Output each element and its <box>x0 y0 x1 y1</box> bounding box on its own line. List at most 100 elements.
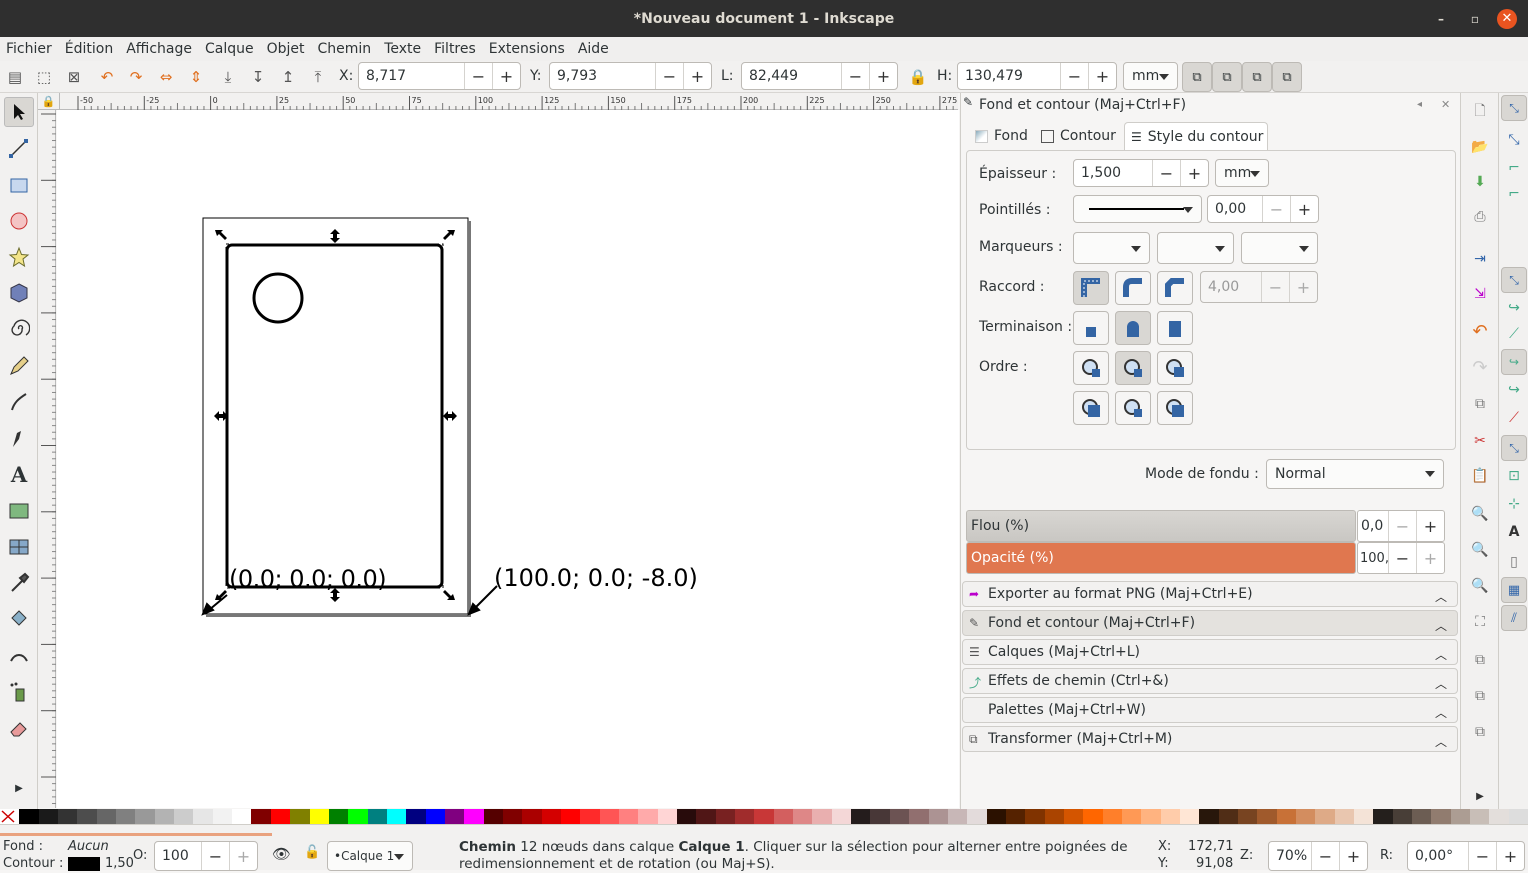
rotation-spinbox[interactable]: 0,00° − + <box>1407 841 1525 871</box>
ruler-lock-icon[interactable]: 🔒 <box>38 93 60 110</box>
spray-tool[interactable] <box>4 677 34 707</box>
unit-select[interactable]: mm <box>1123 62 1178 90</box>
palette-swatch[interactable] <box>909 809 929 824</box>
rotate-ccw-icon[interactable]: ↶ <box>97 67 117 87</box>
palette-swatch[interactable] <box>947 809 968 824</box>
x-decrement[interactable]: − <box>464 63 492 89</box>
miter-limit-spinbox[interactable]: 4,00 − + <box>1200 271 1318 303</box>
dock-path-effects[interactable]: ⤴ Effets de chemin (Ctrl+&) ︿ <box>962 668 1458 694</box>
palette-swatch[interactable] <box>1083 809 1103 824</box>
rotate-cw-icon[interactable]: ↷ <box>126 67 146 87</box>
palette-swatch[interactable] <box>38 809 59 824</box>
copy-icon[interactable]: ⧉ <box>1469 393 1491 415</box>
palette-swatch[interactable] <box>1470 809 1490 824</box>
cap-round-button[interactable] <box>1115 311 1151 345</box>
text-tool[interactable]: A <box>4 459 34 489</box>
palette-swatch[interactable] <box>1199 809 1219 824</box>
palette-swatch[interactable] <box>812 809 832 824</box>
select-all-layers-icon[interactable]: ⬚ <box>34 67 54 87</box>
opacity-spinbox[interactable]: 100,0 − + <box>1357 542 1445 574</box>
blur-value[interactable]: 0,0 <box>1358 518 1388 534</box>
lock-icon[interactable]: 🔒 <box>908 67 928 87</box>
zoom-spinbox[interactable]: 70% − + <box>1268 841 1368 871</box>
zoom-out-button[interactable]: − <box>1311 842 1339 870</box>
tab-stroke-style[interactable]: ☰ Style du contour <box>1124 122 1268 150</box>
zoom-page-width-icon[interactable]: ⛶ <box>1469 611 1491 633</box>
snap-cusp-button[interactable]: ↪ <box>1501 349 1527 375</box>
end-marker-select[interactable] <box>1241 232 1318 264</box>
palette-swatch[interactable] <box>1005 809 1026 824</box>
dropper-tool[interactable] <box>4 568 34 598</box>
palette-swatch[interactable] <box>580 809 600 824</box>
snap-page-icon[interactable]: ▯ <box>1503 551 1525 573</box>
menu-filtres[interactable]: Filtres <box>434 41 476 57</box>
snap-enable-button[interactable]: ⤡ <box>1501 95 1527 121</box>
rectangle-tool[interactable] <box>4 170 34 200</box>
y-decrement[interactable]: − <box>655 63 683 89</box>
join-miter-button[interactable] <box>1073 271 1109 305</box>
scale-corners-button[interactable]: ⧉ <box>1212 62 1242 92</box>
stroke-width-decrement[interactable]: − <box>1152 160 1180 186</box>
start-marker-select[interactable] <box>1073 232 1150 264</box>
palette-swatch[interactable] <box>309 809 329 824</box>
palette-swatch[interactable] <box>560 809 581 824</box>
snap-bbox-corner-icon[interactable]: ⌐ <box>1503 183 1525 205</box>
palette-swatch[interactable] <box>19 809 39 824</box>
dash-pattern-select[interactable] <box>1073 195 1202 223</box>
opacity-status-decrement[interactable]: − <box>201 842 229 870</box>
y-value[interactable]: 9,793 <box>550 68 655 84</box>
snap-midpoint-icon[interactable]: ⟋ <box>1503 407 1525 429</box>
flip-horizontal-icon[interactable]: ⇔ <box>156 67 176 87</box>
join-round-button[interactable] <box>1115 271 1151 305</box>
palette-swatch[interactable] <box>1450 809 1471 824</box>
deselect-icon[interactable]: ⊠ <box>64 67 84 87</box>
palette-swatch[interactable] <box>174 809 194 824</box>
stroke-width-increment[interactable]: + <box>1180 160 1208 186</box>
palette-swatch[interactable] <box>1276 809 1297 824</box>
zoom-in-button[interactable]: + <box>1339 842 1367 870</box>
palette-swatch[interactable] <box>1508 809 1528 824</box>
clone-icon[interactable]: ⧉ <box>1469 685 1491 707</box>
palette-swatch[interactable] <box>967 809 987 824</box>
dash-offset-increment[interactable]: + <box>1290 196 1318 222</box>
y-increment[interactable]: + <box>683 63 711 89</box>
order-stroke-markers-fill-button[interactable] <box>1115 391 1151 425</box>
menu-objet[interactable]: Objet <box>267 41 305 57</box>
dock-transform[interactable]: ⧉ Transformer (Maj+Ctrl+M) ︿ <box>962 726 1458 752</box>
selector-tool[interactable] <box>4 97 34 127</box>
palette-swatch[interactable] <box>464 809 484 824</box>
height-value[interactable]: 130,479 <box>958 68 1060 84</box>
opacity-status-value[interactable]: 100 <box>155 848 201 864</box>
palette-swatch[interactable] <box>1257 809 1277 824</box>
opacity-status-increment[interactable]: + <box>229 842 257 870</box>
blur-increment[interactable]: + <box>1416 511 1444 541</box>
join-bevel-button[interactable] <box>1157 271 1193 305</box>
opacity-slider[interactable]: Opacité (%) <box>966 542 1356 574</box>
blur-slider[interactable]: Flou (%) <box>966 510 1356 542</box>
height-decrement[interactable]: − <box>1060 63 1088 89</box>
y-spinbox[interactable]: 9,793 − + <box>549 62 712 90</box>
opacity-value[interactable]: 100,0 <box>1358 551 1388 566</box>
eraser-tool[interactable] <box>4 713 34 743</box>
color-palette[interactable] <box>0 809 1528 824</box>
height-spinbox[interactable]: 130,479 − + <box>957 62 1117 90</box>
miter-limit-value[interactable]: 4,00 <box>1201 279 1261 295</box>
paint-bucket-tool[interactable] <box>4 604 34 634</box>
toolbox-expand-arrow[interactable]: ▶ <box>4 781 34 795</box>
palette-swatch[interactable] <box>116 809 136 824</box>
order-markers-fill-stroke-button[interactable] <box>1073 391 1109 425</box>
mid-marker-select[interactable] <box>1157 232 1234 264</box>
stroke-unit-select[interactable]: mm <box>1215 159 1269 187</box>
pencil-tool[interactable] <box>4 351 34 381</box>
palette-swatch[interactable] <box>522 809 542 824</box>
star-tool[interactable] <box>4 242 34 272</box>
rotate-decrement[interactable]: − <box>1468 842 1496 870</box>
lower-to-bottom-icon[interactable]: ⤓ <box>218 67 238 87</box>
palette-swatch[interactable] <box>677 809 697 824</box>
order-markers-stroke-fill-button[interactable] <box>1157 391 1193 425</box>
miter-increment[interactable]: + <box>1289 272 1317 302</box>
palette-swatch[interactable] <box>77 809 97 824</box>
3d-box-tool[interactable] <box>4 278 34 308</box>
snap-others-button[interactable]: ⤡ <box>1501 435 1527 461</box>
palette-swatch[interactable] <box>638 809 658 824</box>
